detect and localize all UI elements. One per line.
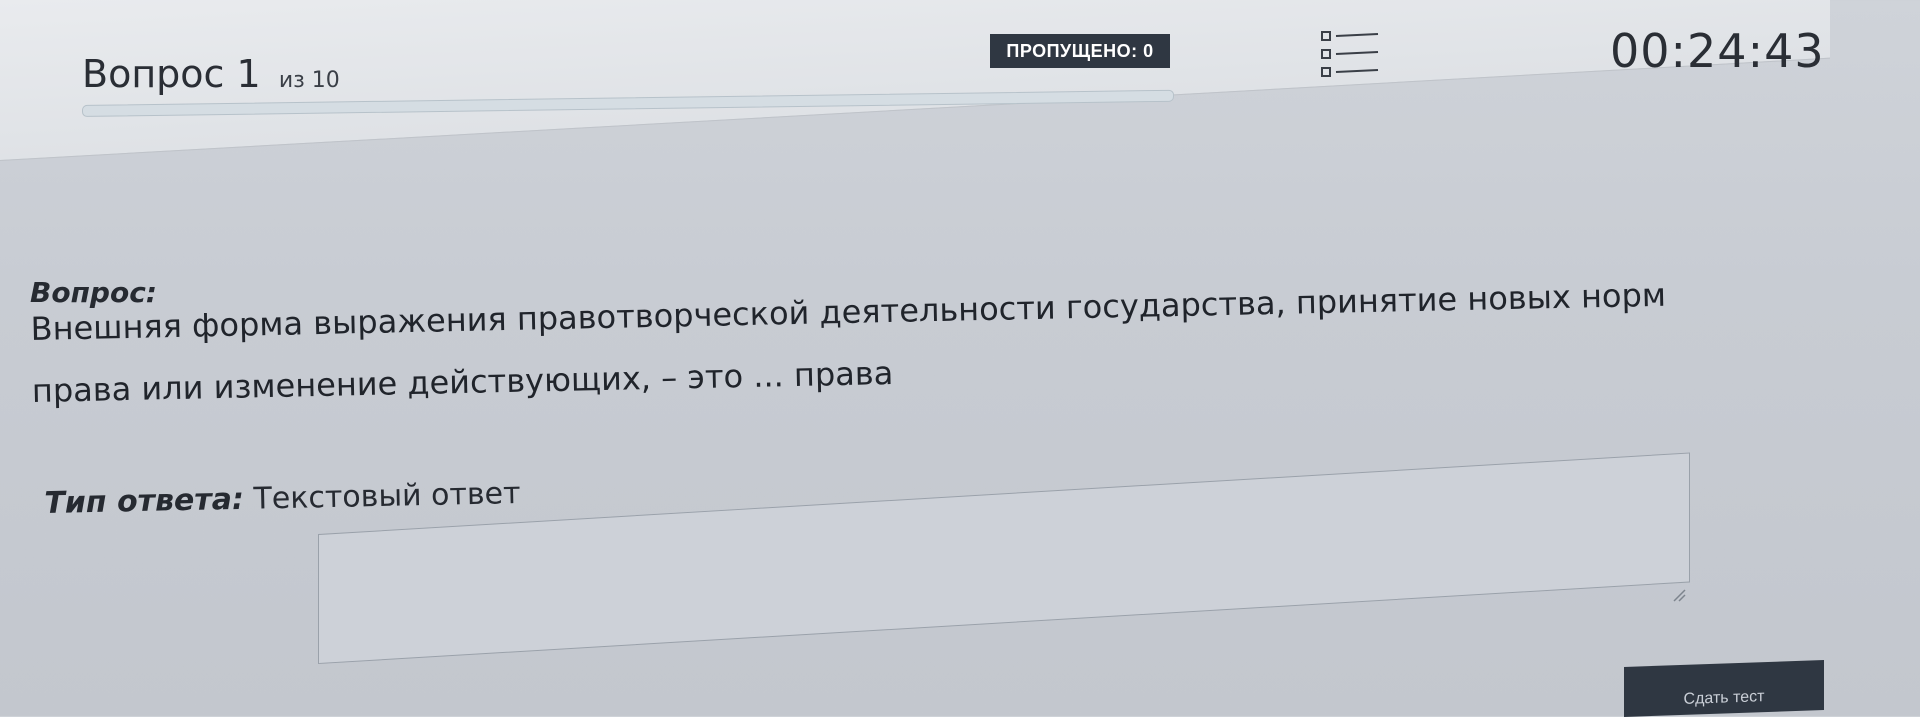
question-of-total: из 10 xyxy=(278,68,340,93)
finish-test-button[interactable]: Сдать тест xyxy=(1624,660,1824,717)
resize-grip-icon[interactable] xyxy=(1670,586,1686,602)
countdown-timer: 00:24:43 xyxy=(1610,24,1825,78)
question-number: 1 xyxy=(236,52,261,96)
skipped-label: ПРОПУЩЕНО: 0 xyxy=(1006,40,1154,61)
question-list-icon[interactable] xyxy=(1320,28,1380,80)
answer-type-label: Тип ответа: xyxy=(44,481,245,521)
answer-type: Тип ответа: Текстовый ответ xyxy=(44,476,521,521)
skipped-badge[interactable]: ПРОПУЩЕНО: 0 xyxy=(990,34,1170,68)
question-counter: Вопрос 1 из 10 xyxy=(82,52,340,96)
answer-type-value: Текстовый ответ xyxy=(253,476,521,517)
question-word: Вопрос xyxy=(82,52,225,96)
answer-textarea[interactable] xyxy=(318,452,1690,664)
question-text: Внешняя форма выражения правотворческой … xyxy=(30,275,1667,410)
